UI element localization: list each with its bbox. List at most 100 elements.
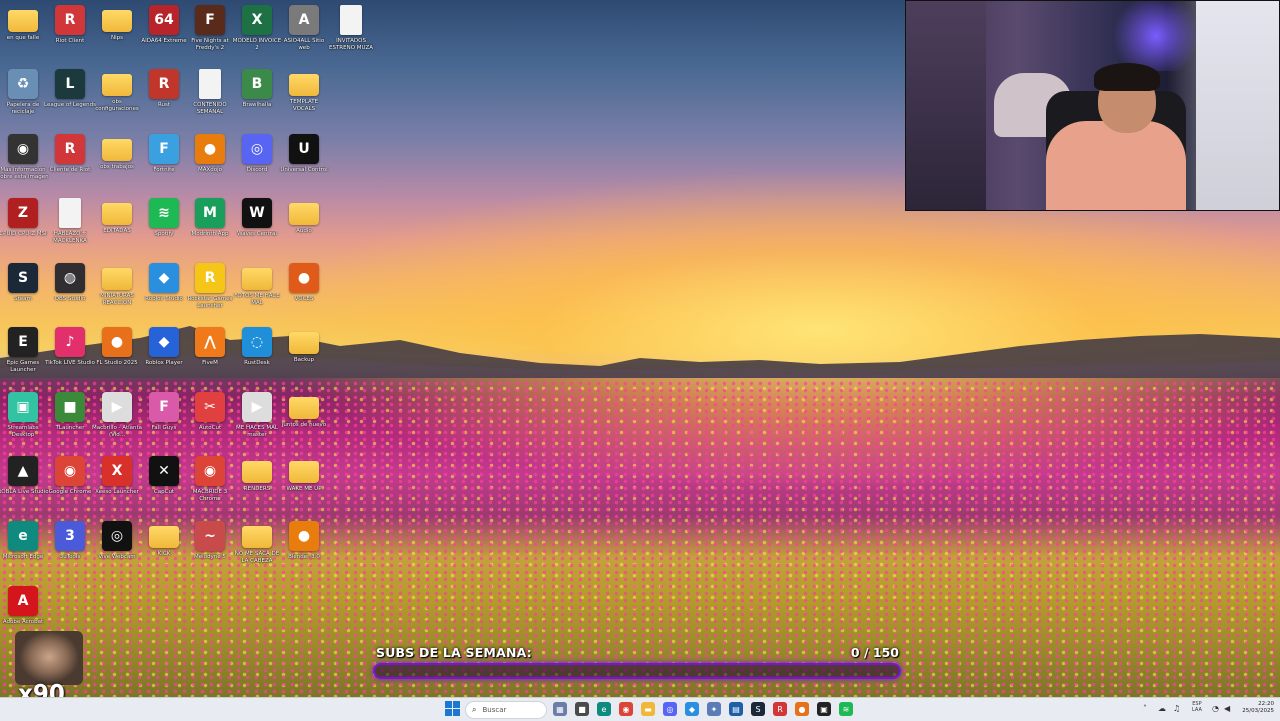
- desktop-icon-label: Cliente de Riot: [49, 167, 91, 173]
- taskbar-search-box[interactable]: ⌕ Buscar: [465, 701, 547, 719]
- desktop-icon[interactable]: M Modrinth App: [187, 195, 233, 257]
- desktop-icon[interactable]: ▶ ME HACES MAL master: [234, 389, 280, 451]
- fl-studio-taskbar-icon[interactable]: ●: [795, 702, 809, 716]
- steam-taskbar-icon[interactable]: S: [751, 702, 765, 716]
- desktop-icon[interactable]: Z CPUID CPU-Z MSI: [0, 195, 47, 257]
- folder-taskbar-icon[interactable]: ▬: [641, 702, 655, 716]
- desktop-icon[interactable]: 64 AIDA64 Extreme: [141, 2, 187, 64]
- desktop-icon[interactable]: ● FL Studio 2025: [94, 324, 140, 386]
- desktop-icon[interactable]: ▲ ROBLA Live Studio: [0, 453, 49, 515]
- desktop-icon[interactable]: ◎ Vive Webcam: [94, 518, 140, 580]
- universal-control-icon: U: [289, 134, 319, 164]
- app-taskbar-icon[interactable]: ✦: [707, 702, 721, 716]
- desktop-icon[interactable]: juntos de nuevo: [281, 389, 327, 451]
- desktop-icon[interactable]: R Rockstar Games Launcher: [187, 260, 233, 322]
- widget-icon[interactable]: ▦: [553, 702, 567, 716]
- desktop-icon[interactable]: ✕ CapCut: [141, 453, 187, 515]
- taskbar-clock[interactable]: 22:20 25/03/2025: [1238, 701, 1274, 715]
- chevron-up-icon[interactable]: ˄: [1143, 704, 1147, 713]
- desktop-icon[interactable]: L League of Legends: [44, 66, 96, 128]
- desktop-icon-label: MACBRIDE 3 Chrome: [192, 489, 228, 502]
- desktop-icon[interactable]: KICK: [141, 518, 187, 580]
- desktop-icon[interactable]: 3 3uTools: [47, 518, 93, 580]
- desktop-icon[interactable]: R Rust: [141, 66, 187, 128]
- tiktok-icon: ♪: [55, 327, 85, 357]
- desktop-icon[interactable]: A ASIO4ALL Sitio web: [281, 2, 327, 64]
- desktop-icon[interactable]: obs configuraciones: [94, 66, 140, 128]
- desktop-icon[interactable]: X Xeeso Launcher: [94, 453, 140, 515]
- desktop-icon[interactable]: W Waves Central: [234, 195, 280, 257]
- desktop-icon[interactable]: E Epic Games Launcher: [0, 324, 46, 386]
- spotify-icon: ≋: [149, 198, 179, 228]
- desktop-icon[interactable]: WAKE ME UP: [281, 453, 327, 515]
- desktop-icon[interactable]: ● MAXdojo: [187, 131, 233, 193]
- subs-separator: /: [863, 645, 869, 660]
- chrome-taskbar-icon[interactable]: ◉: [619, 702, 633, 716]
- desktop-icon[interactable]: R Riot Client: [47, 2, 93, 64]
- desktop-icon[interactable]: FOTOS ME HACE MAL: [234, 260, 280, 322]
- desktop-icon[interactable]: ● VOCES: [281, 260, 327, 322]
- desktop-icon[interactable]: ◌ RustDesk: [234, 324, 280, 386]
- desktop-icon[interactable]: CONTENIDO SEMANAL: [187, 66, 233, 128]
- start-button[interactable]: [445, 701, 461, 717]
- desktop-icon[interactable]: ▣ Streamlabs Desktop: [0, 389, 46, 451]
- wifi-icon[interactable]: ◔: [1212, 704, 1219, 713]
- onedrive-icon[interactable]: ☁: [1158, 704, 1166, 713]
- desktop-icon[interactable]: F Fall Guys: [141, 389, 187, 451]
- desktop-icon[interactable]: X MODELO INVOICE 2: [233, 2, 281, 64]
- desktop-icon[interactable]: R Cliente de Riot: [47, 131, 93, 193]
- desktop-icon[interactable]: HABLAZO ft MACKLENKA: [47, 195, 93, 257]
- desktop-icon[interactable]: ● Blender 3.0: [281, 518, 327, 580]
- folder-icon: [149, 526, 179, 548]
- desktop-icon[interactable]: ◆ Roblox Player: [141, 324, 187, 386]
- desktop-icon[interactable]: MINIATURAS REACCION: [94, 260, 140, 322]
- volume-icon[interactable]: ◀: [1224, 704, 1230, 713]
- desktop-icon[interactable]: TEMPLATE VOCALS: [281, 66, 327, 128]
- steam-icon: S: [8, 263, 38, 293]
- desktop-icon[interactable]: ✂ AutoCut: [187, 389, 233, 451]
- desktop-icon[interactable]: en que falle: [0, 2, 46, 64]
- desktop-icon[interactable]: RENDERS: [234, 453, 280, 515]
- desktop-icon[interactable]: Nips: [94, 2, 140, 64]
- desktop-icon[interactable]: e Microsoft Edge: [0, 518, 46, 580]
- desktop-icon[interactable]: ◆ Roblox Studio: [141, 260, 187, 322]
- desktop-icon[interactable]: U Universal Control: [280, 131, 328, 193]
- desktop-icon[interactable]: S Steam: [0, 260, 46, 322]
- desktop-icon[interactable]: ▶ Macbrillo - Atlanta (Vid...: [92, 389, 142, 451]
- desktop-icon-label: CPUID CPU-Z MSI: [0, 231, 47, 237]
- desktop-icon[interactable]: B Brawlhalla: [234, 66, 280, 128]
- desktop-icon[interactable]: ♻ Papelera de reciclaje: [0, 66, 46, 128]
- desktop-icon-label: Steam: [14, 296, 32, 302]
- desktop-icon-label: AIDA64 Extreme: [141, 38, 187, 44]
- tool-taskbar-icon[interactable]: ◆: [685, 702, 699, 716]
- language-indicator[interactable]: ESP LAA: [1192, 701, 1202, 713]
- desktop-icon[interactable]: INVITADOS ESTRENO MUZA: [328, 2, 374, 64]
- riot-taskbar-icon[interactable]: R: [773, 702, 787, 716]
- desktop-icon[interactable]: Backup: [281, 324, 327, 386]
- terminal-taskbar-icon[interactable]: ▣: [817, 702, 831, 716]
- calculator-taskbar-icon[interactable]: ▤: [729, 702, 743, 716]
- desktop-icon[interactable]: ◎ Discord: [234, 131, 280, 193]
- desktop-icon[interactable]: F Five Nights at Freddy's 2: [187, 2, 233, 64]
- edge-taskbar-icon[interactable]: e: [597, 702, 611, 716]
- desktop-icon[interactable]: F Fortnite: [141, 131, 187, 193]
- desktop-icon[interactable]: ◉ Más información sobre esta imagen: [0, 131, 49, 193]
- desktop-icon[interactable]: ♪ TikTok LIVE Studio: [45, 324, 95, 386]
- desktop-icon[interactable]: EDITADAS: [94, 195, 140, 257]
- mic-icon[interactable]: ♫: [1173, 704, 1180, 713]
- discord-taskbar-icon[interactable]: ◎: [663, 702, 677, 716]
- desktop-icon[interactable]: obs trabajos: [94, 131, 140, 193]
- file-explorer-icon[interactable]: ■: [575, 702, 589, 716]
- desktop-icon[interactable]: ◉ Google Chrome: [47, 453, 93, 515]
- desktop-icon[interactable]: ■ TLauncher: [47, 389, 93, 451]
- desktop-icon-label: Más información sobre esta imagen: [0, 167, 49, 180]
- desktop-icon[interactable]: ◉ MACBRIDE 3 Chrome: [187, 453, 233, 515]
- desktop-icon[interactable]: Audio: [281, 195, 327, 257]
- desktop-icon[interactable]: ◍ OBS Studio: [47, 260, 93, 322]
- desktop-icon[interactable]: ~ Melodyne 5: [187, 518, 233, 580]
- folder-icon: [102, 10, 132, 32]
- desktop-icon[interactable]: ≋ Spotify: [141, 195, 187, 257]
- spotify-taskbar-icon[interactable]: ≋: [839, 702, 853, 716]
- desktop-icon[interactable]: ⋀ FiveM: [187, 324, 233, 386]
- desktop-icon[interactable]: NO ME SACA DE LA CABEZA: [234, 518, 280, 580]
